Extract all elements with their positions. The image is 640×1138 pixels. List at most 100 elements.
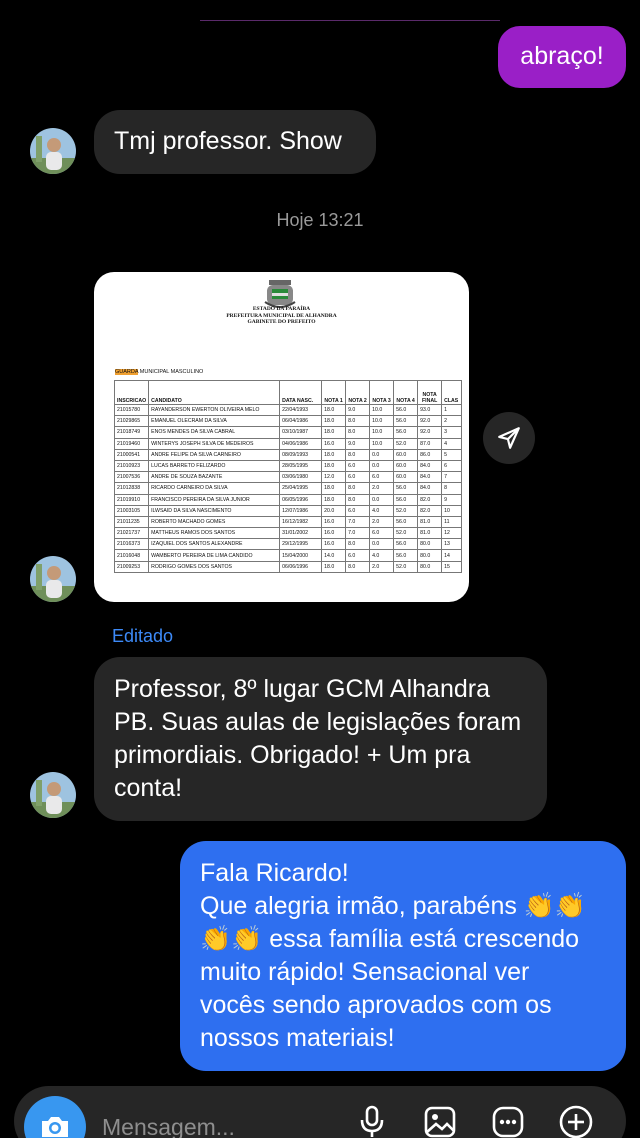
table-cell: 15 [441, 560, 463, 573]
table-cell: 18.0 [321, 493, 347, 506]
table-cell: 06/06/1996 [279, 560, 323, 573]
message-text: abraço! [520, 42, 604, 70]
table-cell: WAMBERTO PEREIRA DE LIMA CANDIDO [148, 549, 281, 562]
table-cell: ILWSAID DA SILVA NASCIMENTO [148, 504, 281, 517]
message-line: 👏👏 essa família está crescendo [200, 925, 580, 953]
table-cell: 4.0 [369, 549, 395, 562]
table-cell: 56.0 [393, 403, 419, 417]
message-line: nossos materiais! [200, 1024, 395, 1052]
add-button[interactable] [558, 1104, 594, 1138]
message-text: Professor, 8º lugar GCM Alhandra PB. Sua… [114, 675, 522, 802]
table-cell: 18.0 [321, 426, 347, 439]
sent-message-bubble[interactable]: Fala Ricardo! Que alegria irmão, parabén… [180, 841, 626, 1071]
table-cell: 0.0 [369, 538, 395, 551]
table-cell: ROBERTO MACHADO GOMES [148, 515, 281, 529]
table-cell: 4 [441, 437, 463, 450]
table-cell: 16.0 [321, 527, 347, 540]
table-row: 21000541 ANDRE FELIPE DA SILVA CARNEIRO 08… [113, 448, 463, 461]
table-cell: LUCAS BARRETO FELIZARDO [148, 459, 281, 473]
table-cell: 21007536 [113, 471, 150, 484]
table-cell: 21019460 [113, 437, 150, 450]
table-cell: 10.0 [369, 415, 395, 428]
table-cell: 03/10/1987 [279, 426, 323, 439]
table-cell: 18.0 [321, 448, 347, 461]
column-header: CLAS [441, 380, 463, 405]
table-cell: 21009253 [113, 560, 150, 573]
table-cell: 56.0 [393, 493, 419, 506]
camera-button[interactable] [24, 1096, 86, 1138]
table-cell: 10 [441, 504, 463, 517]
table-cell: 9.0 [345, 403, 371, 417]
received-message-bubble[interactable]: Tmj professor. Show [94, 110, 376, 174]
table-row: 21011235 ROBERTO MACHADO GOMES 16/12/1982 1… [113, 515, 463, 529]
table-cell: 14 [441, 549, 463, 562]
table-cell: 2.0 [369, 482, 395, 495]
avatar[interactable] [30, 128, 76, 174]
message-input[interactable]: Mensagem... [102, 1114, 235, 1138]
table-cell: 8.0 [345, 448, 371, 461]
table-cell: 2 [441, 415, 463, 428]
results-table: INSCRICAO CANDIDATO DATA NASC. NOTA 1 NO… [113, 380, 463, 573]
table-cell: 52.0 [393, 560, 419, 573]
attached-document-image[interactable]: ESTADO DA PARAÍBA PREFEITURA MUNICIPAL D… [94, 272, 469, 602]
table-row: 21010923 LUCAS BARRETO FELIZARDO 28/05/199… [113, 459, 463, 473]
table-cell: 08/09/1993 [279, 448, 323, 461]
share-button[interactable] [483, 412, 535, 464]
table-cell: 6.0 [369, 471, 395, 484]
table-cell: ANDRE FELIPE DA SILVA CARNEIRO [148, 448, 281, 461]
column-header: NOTA 3 [369, 380, 395, 405]
table-cell: 80.0 [417, 560, 443, 573]
header-line: GABINETE DO PREFEITO [247, 319, 316, 326]
table-cell: 04/06/1986 [279, 437, 323, 450]
table-cell: 03/06/1980 [279, 471, 323, 484]
table-cell: 8.0 [345, 560, 371, 573]
table-cell: 92.0 [417, 426, 443, 439]
table-cell: 0.0 [369, 448, 395, 461]
table-cell: 21003105 [113, 504, 150, 517]
table-cell: 6.0 [345, 549, 371, 562]
table-cell: 0.0 [369, 459, 395, 473]
table-cell: 60.0 [393, 448, 419, 461]
column-header: NOTA FINAL [417, 380, 443, 405]
table-cell: RAYANDERSON EWERTON OLIVEIRA MELO [148, 403, 281, 417]
table-cell: 93.0 [417, 403, 443, 417]
table-row: 21015780 RAYANDERSON EWERTON OLIVEIRA MEL… [113, 403, 463, 417]
column-header: NOTA 1 [321, 380, 347, 405]
table-cell: 10.0 [369, 403, 395, 417]
table-row: 21019910 FRANCISCO PEREIRA DA SILVA JUNIO… [113, 493, 463, 506]
avatar-image [30, 772, 76, 818]
table-cell: RODRIGO GOMES DOS SANTOS [148, 560, 281, 573]
table-cell: 18.0 [321, 415, 347, 428]
table-cell: 28/05/1995 [279, 459, 323, 473]
table-cell: 5 [441, 448, 463, 461]
gallery-button[interactable] [422, 1104, 458, 1138]
table-cell: 29/12/1995 [279, 538, 323, 551]
table-cell: 84.0 [417, 459, 443, 473]
table-cell: 8.0 [345, 538, 371, 551]
sent-message-bubble[interactable]: abraço! [498, 26, 626, 88]
table-cell: 18.0 [321, 560, 347, 573]
sticker-button[interactable] [490, 1104, 526, 1138]
table-cell: 8.0 [345, 493, 371, 506]
table-cell: 11 [441, 515, 463, 529]
table-cell: 14.0 [321, 549, 347, 562]
table-row: 21009253 RODRIGO GOMES DOS SANTOS 06/06/19… [113, 560, 463, 573]
gallery-icon [424, 1106, 456, 1138]
table-cell: 16.0 [321, 538, 347, 551]
table-cell: 13 [441, 538, 463, 551]
received-message-bubble[interactable]: Professor, 8º lugar GCM Alhandra PB. Sua… [94, 657, 547, 821]
thread-divider [200, 20, 500, 21]
avatar[interactable] [30, 772, 76, 818]
avatar[interactable] [30, 556, 76, 602]
message-composer: Mensagem... [14, 1086, 626, 1138]
table-cell: ENOS MENDES DA SILVA CABRAL [148, 426, 281, 439]
table-cell: 21016373 [113, 538, 150, 551]
table-cell: 15/04/2000 [279, 549, 323, 562]
table-cell: 3 [441, 426, 463, 439]
microphone-button[interactable] [354, 1104, 390, 1138]
table-cell: 22/04/1993 [279, 403, 323, 417]
table-cell: 56.0 [393, 515, 419, 529]
camera-icon [42, 1117, 68, 1137]
table-cell: 12.0 [321, 471, 347, 484]
table-cell: 7.0 [345, 527, 371, 540]
